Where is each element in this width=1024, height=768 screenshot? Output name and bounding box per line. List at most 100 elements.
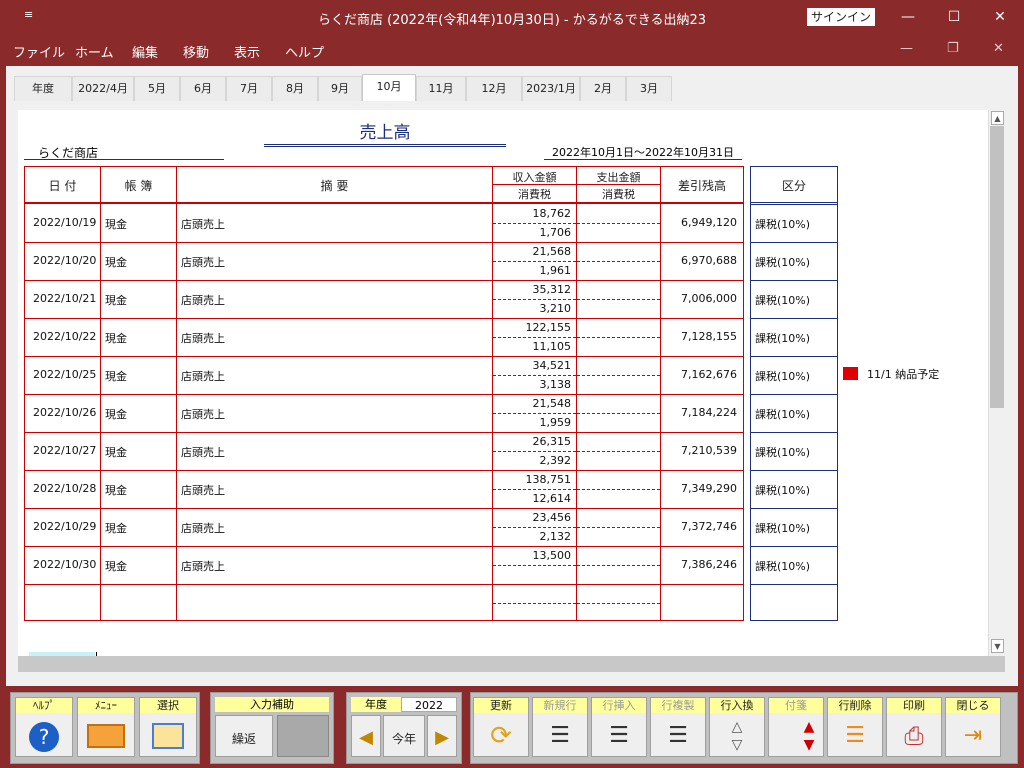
scroll-up-icon[interactable]: ▲ (991, 111, 1004, 125)
row-book[interactable]: 現金 (105, 216, 127, 232)
row-income[interactable]: 18,762 (493, 207, 572, 220)
row-description[interactable]: 店頭売上 (181, 406, 225, 422)
row-description[interactable]: 店頭売上 (181, 216, 225, 232)
row-income[interactable]: 21,548 (493, 397, 572, 410)
row-book[interactable]: 現金 (105, 406, 127, 422)
menu-button[interactable]: ﾒﾆｭｰ (77, 697, 135, 757)
vertical-scrollbar[interactable]: ▲ ▼ (988, 110, 1005, 656)
row-income-tax[interactable]: 1,959 (493, 416, 572, 429)
menu-help[interactable]: ヘルプ (285, 42, 324, 61)
scroll-down-icon[interactable]: ▼ (991, 639, 1004, 653)
row-description[interactable]: 店頭売上 (181, 444, 225, 460)
row-income[interactable]: 35,312 (493, 283, 572, 296)
swap-row-button[interactable]: 行入換 △ ▽ (709, 697, 765, 757)
row-balance[interactable]: 7,184,224 (661, 406, 737, 419)
row-balance[interactable]: 7,128,155 (661, 330, 737, 343)
select-button[interactable]: 選択 (139, 697, 197, 757)
next-year-button[interactable]: ▶ (427, 715, 457, 757)
row-category[interactable]: 課税(10%) (755, 254, 810, 270)
row-date[interactable]: 2022/10/29 (33, 520, 96, 533)
maximize-icon[interactable]: ☐ (944, 8, 964, 26)
signin-button[interactable]: サインイン (807, 8, 875, 26)
row-balance[interactable]: 7,386,246 (661, 558, 737, 571)
row-date[interactable]: 2022/10/21 (33, 292, 96, 305)
mdi-close-icon[interactable]: ✕ (993, 41, 1004, 56)
row-balance[interactable]: 7,372,746 (661, 520, 737, 533)
row-book[interactable]: 現金 (105, 558, 127, 574)
row-description[interactable]: 店頭売上 (181, 330, 225, 346)
row-date[interactable]: 2022/10/20 (33, 254, 96, 267)
tab-10[interactable]: 10月 (362, 74, 416, 101)
mdi-restore-icon[interactable]: ❐ (947, 41, 959, 56)
tab-12[interactable]: 12月 (466, 76, 522, 101)
tab-2022-4[interactable]: 2022/4月 (72, 76, 134, 101)
insert-row-button[interactable]: 行挿入 ☰ (591, 697, 647, 757)
row-book[interactable]: 現金 (105, 444, 127, 460)
row-income-tax[interactable]: 2,132 (493, 530, 572, 543)
menu-edit[interactable]: 編集 (132, 42, 158, 61)
row-category[interactable]: 課税(10%) (755, 558, 810, 574)
row-income-tax[interactable]: 1,706 (493, 226, 572, 239)
scroll-thumb[interactable] (990, 126, 1004, 408)
copy-row-button[interactable]: 行複製 ☰ (650, 697, 706, 757)
repeat-button[interactable]: 繰返 (215, 715, 273, 757)
row-category[interactable]: 課税(10%) (755, 406, 810, 422)
row-book[interactable]: 現金 (105, 292, 127, 308)
row-date[interactable]: 2022/10/30 (33, 558, 96, 571)
row-description[interactable]: 店頭売上 (181, 482, 225, 498)
refresh-button[interactable]: 更新 ⟳ (473, 697, 529, 757)
tab-2023-1[interactable]: 2023/1月 (522, 76, 580, 101)
row-date[interactable]: 2022/10/25 (33, 368, 96, 381)
row-balance[interactable]: 6,949,120 (661, 216, 737, 229)
this-year-button[interactable]: 今年 (383, 715, 425, 757)
tag-button[interactable]: 付箋 ▲ ▼ (768, 697, 824, 757)
row-income-tax[interactable]: 2,392 (493, 454, 572, 467)
tab-6[interactable]: 6月 (180, 76, 226, 101)
row-description[interactable]: 店頭売上 (181, 292, 225, 308)
row-category[interactable]: 課税(10%) (755, 368, 810, 384)
row-description[interactable]: 店頭売上 (181, 254, 225, 270)
row-category[interactable]: 課税(10%) (755, 444, 810, 460)
row-date[interactable]: 2022/10/26 (33, 406, 96, 419)
row-income-tax[interactable]: 3,210 (493, 302, 572, 315)
row-category[interactable]: 課税(10%) (755, 482, 810, 498)
row-balance[interactable]: 7,006,000 (661, 292, 737, 305)
mdi-minimize-icon[interactable]: — (900, 41, 913, 56)
tab-5[interactable]: 5月 (134, 76, 180, 101)
tab-2[interactable]: 2月 (580, 76, 626, 101)
row-category[interactable]: 課税(10%) (755, 330, 810, 346)
row-income[interactable]: 21,568 (493, 245, 572, 258)
row-income[interactable]: 138,751 (493, 473, 572, 486)
tab-11[interactable]: 11月 (416, 76, 466, 101)
row-book[interactable]: 現金 (105, 368, 127, 384)
row-category[interactable]: 課税(10%) (755, 520, 810, 536)
new-row-button[interactable]: 新規行 ☰ (532, 697, 588, 757)
row-description[interactable]: 店頭売上 (181, 520, 225, 536)
tab-8[interactable]: 8月 (272, 76, 318, 101)
row-date[interactable]: 2022/10/19 (33, 216, 96, 229)
help-button[interactable]: ﾍﾙﾌﾟ ? (15, 697, 73, 757)
menu-move[interactable]: 移動 (183, 42, 209, 61)
row-book[interactable]: 現金 (105, 482, 127, 498)
row-income-tax[interactable]: 1,961 (493, 264, 572, 277)
row-date[interactable]: 2022/10/28 (33, 482, 96, 495)
tab-year[interactable]: 年度 (14, 76, 72, 101)
row-income[interactable]: 23,456 (493, 511, 572, 524)
tab-7[interactable]: 7月 (226, 76, 272, 101)
row-balance[interactable]: 7,210,539 (661, 444, 737, 457)
sticky-note-marker[interactable] (843, 367, 858, 380)
row-income[interactable]: 122,155 (493, 321, 572, 334)
close-window-icon[interactable]: ✕ (990, 8, 1010, 26)
prev-year-button[interactable]: ◀ (351, 715, 381, 757)
row-date[interactable]: 2022/10/27 (33, 444, 96, 457)
menu-file[interactable]: ファイル (13, 42, 65, 61)
row-description[interactable]: 店頭売上 (181, 558, 225, 574)
print-button[interactable]: 印刷 ⎙ (886, 697, 942, 757)
close-button[interactable]: 閉じる ⇥ (945, 697, 1001, 757)
row-income[interactable]: 13,500 (493, 549, 572, 562)
sticky-note-text[interactable]: 11/1 納品予定 (867, 366, 939, 382)
row-income[interactable]: 34,521 (493, 359, 572, 372)
row-category[interactable]: 課税(10%) (755, 216, 810, 232)
delete-row-button[interactable]: 行削除 ☰ (827, 697, 883, 757)
row-balance[interactable]: 7,162,676 (661, 368, 737, 381)
